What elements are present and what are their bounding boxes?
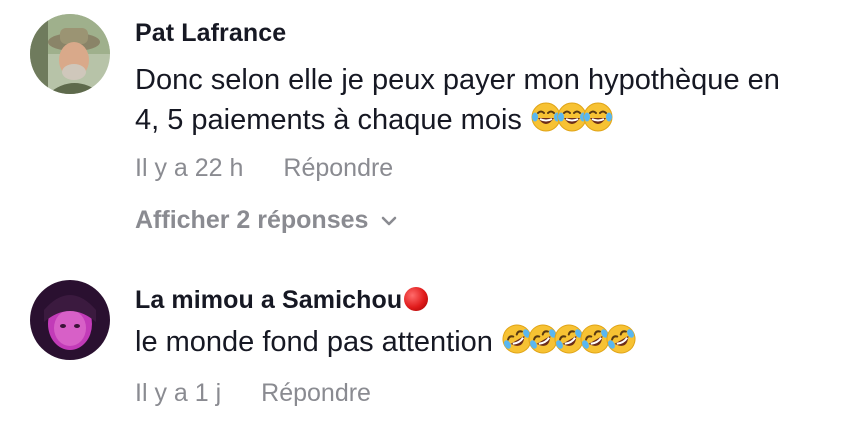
comment-author-name: La mimou a Samichou (135, 286, 403, 314)
comment-item: La mimou a Samichou le monde fond pas at… (0, 268, 860, 424)
emoji-group (530, 102, 614, 136)
comment-text-body: le monde fond pas attention (135, 326, 493, 358)
rolling-on-the-floor-laughing-icon (606, 324, 636, 354)
comment-meta: Il y a 1 j Répondre (135, 379, 371, 408)
view-replies-button[interactable]: Afficher 2 réponses (135, 206, 400, 235)
chevron-down-icon (382, 216, 397, 225)
reply-button[interactable]: Répondre (261, 379, 371, 408)
comment-time: Il y a 22 h (135, 154, 244, 182)
comment-item: Pat Lafrance Donc selon elle je peux pay… (0, 0, 860, 260)
view-replies-label: Afficher 2 réponses (135, 206, 369, 234)
face-with-tears-of-joy-icon (583, 102, 613, 132)
comment-text: Donc selon elle je peux payer mon hypoth… (135, 60, 860, 140)
comment-text: le monde fond pas attention (135, 322, 860, 362)
avatar[interactable] (30, 280, 110, 360)
comment-meta: Il y a 22 h Répondre (135, 154, 393, 183)
comment-author[interactable]: La mimou a Samichou (135, 286, 429, 315)
comment-text-body: Donc selon elle je peux payer mon hypoth… (135, 64, 780, 136)
avatar[interactable] (30, 14, 110, 94)
reply-button[interactable]: Répondre (283, 154, 393, 183)
comment-time: Il y a 1 j (135, 379, 222, 407)
red-circle-icon (404, 287, 429, 311)
comment-author[interactable]: Pat Lafrance (135, 19, 286, 48)
emoji-group (501, 324, 637, 358)
